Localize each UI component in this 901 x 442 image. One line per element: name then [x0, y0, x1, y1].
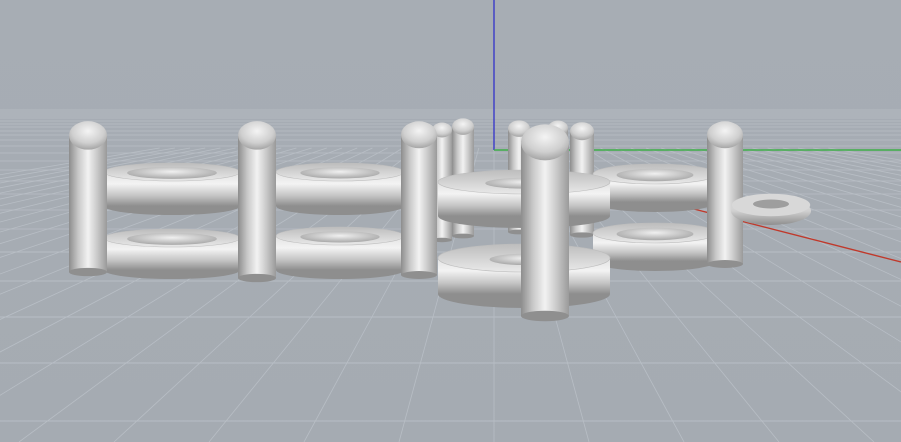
post-left-outer[interactable] [69, 121, 107, 277]
torus-right[interactable] [731, 193, 811, 225]
ring-left-lower[interactable] [103, 228, 241, 279]
ring-hole [616, 227, 694, 241]
torus-hole [753, 199, 789, 209]
post-body [238, 134, 276, 278]
post-cap [521, 124, 569, 161]
ring-right-upper[interactable] [592, 163, 718, 212]
post-base [570, 232, 594, 238]
ring-left-upper[interactable] [103, 162, 241, 215]
post-body [401, 133, 437, 275]
post-cap [570, 122, 594, 141]
post-cap [238, 121, 276, 150]
post-cap [401, 121, 437, 149]
ring-hole [616, 168, 694, 182]
post-base [452, 233, 474, 239]
post-cap [69, 121, 107, 150]
post-body [69, 134, 107, 272]
post-base [401, 271, 437, 279]
post-right[interactable] [707, 121, 743, 268]
ring-hole [300, 231, 380, 243]
viewport-canvas[interactable] [0, 0, 901, 442]
post-left-center[interactable] [238, 121, 276, 283]
post-body [521, 141, 569, 316]
ring-hole [127, 166, 217, 179]
post-cap [452, 118, 474, 135]
post-base [238, 273, 276, 283]
post-mid-right[interactable] [401, 121, 437, 279]
ring-hole [300, 167, 380, 179]
ring-hole [127, 232, 217, 245]
post-base [707, 260, 743, 268]
post-base [69, 267, 107, 277]
ring-right-lower[interactable] [592, 222, 718, 271]
post-base [521, 310, 569, 322]
post-body [707, 133, 743, 264]
ring-mid-lower[interactable] [275, 226, 405, 279]
ring-mid-upper[interactable] [275, 162, 405, 215]
post-cap [707, 121, 743, 149]
post-front[interactable] [521, 124, 569, 322]
3d-viewport[interactable] [0, 0, 901, 442]
